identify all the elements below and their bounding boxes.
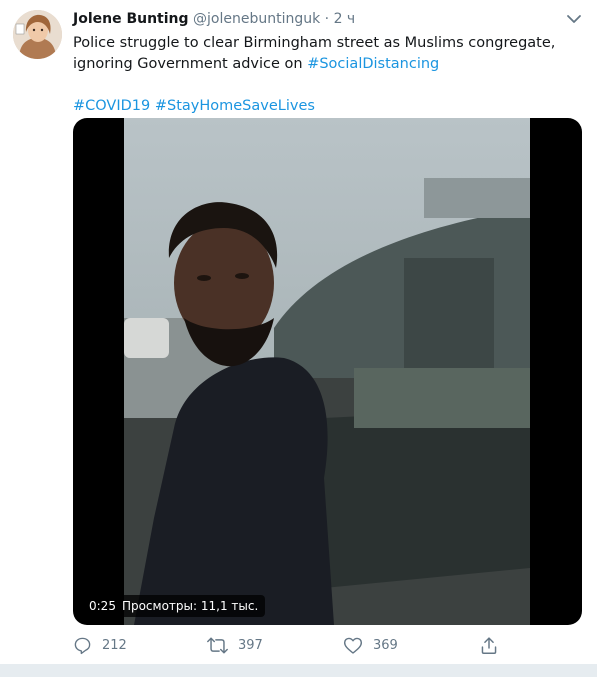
avatar[interactable] <box>13 10 62 59</box>
like-count: 369 <box>373 637 398 653</box>
tweet-header: Jolene Bunting @jolenebuntinguk · 2 ч <box>73 11 573 31</box>
tweet-text-hashtags: #COVID19 #StayHomeSaveLives <box>73 96 578 117</box>
separator-dot: · <box>324 11 330 27</box>
video-frame[interactable] <box>124 118 530 625</box>
reply-button[interactable]: 212 <box>73 634 127 656</box>
share-button[interactable] <box>480 634 498 656</box>
hashtag-covid19[interactable]: #COVID19 <box>73 98 150 114</box>
like-button[interactable]: 369 <box>343 634 398 656</box>
tweet-text-line2-prefix: ignoring Government advice on <box>73 56 308 72</box>
hashtag-stayhomesavelives[interactable]: #StayHomeSaveLives <box>155 98 315 114</box>
video-info-overlay: 0:25 Просмотры: 11,1 тыс. <box>82 595 266 617</box>
video-views: Просмотры: 11,1 тыс. <box>121 599 259 613</box>
retweet-icon <box>207 637 228 653</box>
reply-count: 212 <box>102 637 127 653</box>
tweet-text-line1: Police struggle to clear Birmingham stre… <box>73 35 556 51</box>
tweet-text-blank-line <box>73 75 578 96</box>
hashtag-socialdistancing[interactable]: #SocialDistancing <box>307 56 439 72</box>
video-player[interactable]: 0:25 Просмотры: 11,1 тыс. <box>73 118 582 625</box>
tweet-text-line2: ignoring Government advice on #SocialDis… <box>73 54 578 75</box>
chevron-down-icon[interactable] <box>566 11 582 25</box>
video-duration: 0:25 <box>89 599 116 613</box>
tweet-time[interactable]: 2 ч <box>334 11 356 27</box>
share-icon <box>481 636 497 654</box>
tweet-text: Police struggle to clear Birmingham stre… <box>73 33 578 117</box>
video-still <box>124 118 530 625</box>
heart-icon <box>343 637 363 654</box>
tweet-card[interactable]: Jolene Bunting @jolenebuntinguk · 2 ч Po… <box>0 0 597 664</box>
retweet-count: 397 <box>238 637 263 653</box>
author-handle[interactable]: @jolenebuntinguk <box>193 11 320 27</box>
retweet-button[interactable]: 397 <box>207 634 263 656</box>
timeline-divider <box>0 664 597 677</box>
reply-icon <box>74 637 91 654</box>
avatar-photo <box>13 10 62 59</box>
author-name[interactable]: Jolene Bunting <box>73 11 189 27</box>
tweet-actions: 212 397 369 <box>73 634 573 656</box>
